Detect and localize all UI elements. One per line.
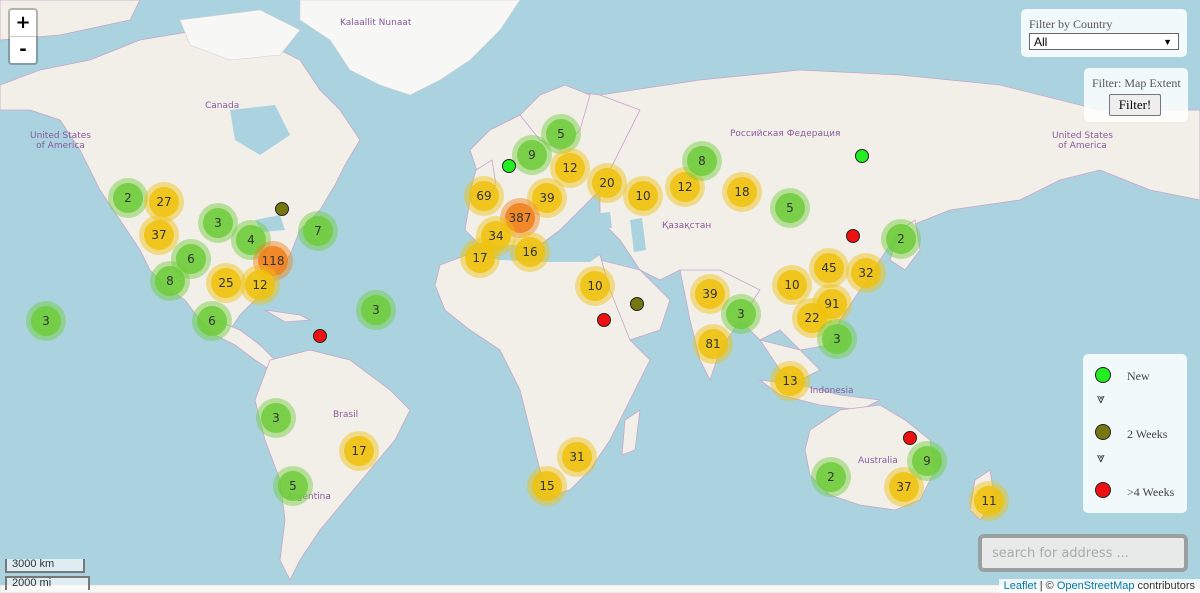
cluster-marker[interactable]: 45 <box>809 248 849 288</box>
country-select-value: All <box>1034 35 1048 49</box>
filter-button[interactable]: Filter! <box>1109 94 1161 116</box>
cluster-marker[interactable]: 2 <box>881 219 921 259</box>
cluster-marker[interactable]: 5 <box>770 188 810 228</box>
map-label-greenland: Kalaallit Nunaat <box>340 18 412 28</box>
attribution: Leaflet | © OpenStreetMap contributors <box>998 579 1200 593</box>
cluster-marker[interactable]: 3 <box>356 290 396 330</box>
cluster-marker[interactable]: 6 <box>192 301 232 341</box>
status-marker-old[interactable] <box>313 329 327 343</box>
legend-2-weeks-dot <box>1095 424 1111 440</box>
map-label-kazakhstan: Қазақстан <box>662 221 712 231</box>
map-label-brasil: Brasil <box>333 410 359 420</box>
cluster-marker[interactable]: 81 <box>693 324 733 364</box>
cluster-marker[interactable]: 8 <box>682 141 722 181</box>
map-label-indonesia: Indonesia <box>810 386 854 396</box>
chevron-down-icon: ▼ <box>1163 37 1172 47</box>
legend-old-dot <box>1095 482 1111 498</box>
cluster-marker[interactable]: 10 <box>575 266 615 306</box>
address-search-input[interactable] <box>990 538 1184 568</box>
extent-filter-title: Filter: Map Extent <box>1092 76 1181 90</box>
attribution-separator: | © <box>1036 580 1057 592</box>
status-marker-old[interactable] <box>903 431 917 445</box>
cluster-marker[interactable]: 11 <box>969 481 1009 521</box>
zoom-out-button[interactable]: - <box>10 37 36 63</box>
cluster-marker[interactable]: 8 <box>150 261 190 301</box>
cluster-marker[interactable]: 3 <box>817 319 857 359</box>
extent-filter-panel: Filter: Map Extent Filter! <box>1084 68 1188 122</box>
scale-imperial: 2000 mi <box>5 576 90 590</box>
status-marker-old[interactable] <box>597 313 611 327</box>
status-marker-2-weeks[interactable] <box>630 297 644 311</box>
cluster-marker[interactable]: 10 <box>623 176 663 216</box>
status-marker-old[interactable] <box>846 229 860 243</box>
status-marker-2-weeks[interactable] <box>275 202 289 216</box>
cluster-marker[interactable]: 17 <box>339 431 379 471</box>
arrow-down-icon: ⩔ <box>1097 391 1105 407</box>
cluster-marker[interactable]: 9 <box>512 135 552 175</box>
cluster-marker[interactable]: 2 <box>108 178 148 218</box>
status-marker-new[interactable] <box>502 159 516 173</box>
cluster-marker[interactable]: 12 <box>240 265 280 305</box>
osm-link[interactable]: OpenStreetMap <box>1057 580 1135 592</box>
country-select[interactable]: All ▼ <box>1029 33 1179 50</box>
cluster-marker[interactable]: 2 <box>811 457 851 497</box>
zoom-in-button[interactable]: + <box>10 10 36 37</box>
address-search <box>978 534 1188 572</box>
scale-metric: 3000 km <box>5 559 85 573</box>
cluster-marker[interactable]: 69 <box>464 176 504 216</box>
leaflet-link[interactable]: Leaflet <box>1004 580 1037 592</box>
cluster-marker[interactable]: 15 <box>527 466 567 506</box>
map-label-canada: Canada <box>205 101 240 111</box>
cluster-marker[interactable]: 9 <box>907 441 947 481</box>
legend-new-label: New <box>1127 369 1150 383</box>
country-filter-title: Filter by Country <box>1029 17 1113 31</box>
cluster-marker[interactable]: 5 <box>273 466 313 506</box>
cluster-marker[interactable]: 20 <box>587 163 627 203</box>
map-label-australia: Australia <box>858 456 898 466</box>
cluster-marker[interactable]: 17 <box>460 238 500 278</box>
map-label-russia: Российская Федерация <box>730 129 841 139</box>
country-filter-panel: Filter by Country All ▼ <box>1021 9 1187 57</box>
cluster-marker[interactable]: 18 <box>722 172 762 212</box>
status-marker-new[interactable] <box>855 149 869 163</box>
cluster-marker[interactable]: 32 <box>846 253 886 293</box>
cluster-marker[interactable]: 13 <box>770 361 810 401</box>
map-label-usa-west: United States of America <box>30 131 91 151</box>
legend-new-dot <box>1095 367 1111 383</box>
cluster-marker[interactable]: 16 <box>510 232 550 272</box>
attribution-suffix: contributors <box>1134 580 1195 592</box>
cluster-marker[interactable]: 3 <box>26 301 66 341</box>
legend-2-weeks-label: 2 Weeks <box>1127 427 1168 441</box>
legend: New ⩔ 2 Weeks ⩔ >4 Weeks <box>1083 354 1187 513</box>
cluster-marker[interactable]: 3 <box>721 294 761 334</box>
cluster-marker[interactable]: 7 <box>298 211 338 251</box>
cluster-marker[interactable]: 3 <box>256 398 296 438</box>
legend-old-label: >4 Weeks <box>1127 485 1175 499</box>
zoom-control: + - <box>8 8 38 65</box>
cluster-marker[interactable]: 31 <box>557 437 597 477</box>
arrow-down-icon: ⩔ <box>1097 450 1105 466</box>
map-label-usa-east: United States of America <box>1052 131 1113 151</box>
